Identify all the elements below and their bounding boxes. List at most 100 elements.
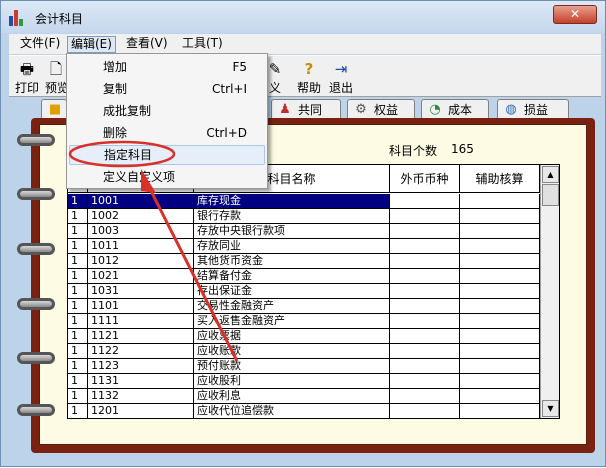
menu-edit[interactable]: 编辑(E) [67,36,116,53]
menu-item-assign-label: 指定科目 [104,148,153,162]
cell-name: 库存现金 [194,194,390,209]
vertical-scrollbar[interactable]: ▲ ▼ [540,165,559,418]
tab-cost-label: 成本 [448,103,473,117]
help-label: 帮助 [296,81,321,95]
help-button[interactable]: ? 帮助 [295,58,323,96]
table-row[interactable]: 1 1002 银行存款 [68,209,540,224]
menu-item-delete-label: 删除 [103,126,128,140]
table-row[interactable]: 1 1012 其他货币资金 [68,254,540,269]
cell-aux [460,299,540,314]
table-row[interactable]: 1 1031 存出保证金 [68,284,540,299]
table-row[interactable]: 1 1131 应收股利 [68,374,540,389]
header-aux[interactable]: 辅助核算 [460,165,540,193]
binder-ring-icon [17,404,55,416]
gear-icon: ⚙ [355,102,367,117]
menu-item-copy[interactable]: 复制 Ctrl+I [69,79,265,99]
menu-item-copy-shortcut: Ctrl+I [212,82,247,96]
cell-currency [390,404,460,418]
menu-item-delete-shortcut: Ctrl+D [206,126,247,140]
preview-icon: 🗋 [49,60,63,78]
menu-tools[interactable]: 工具(T) [179,36,226,53]
cell-aux [460,404,540,418]
exit-button[interactable]: ⇥ 退出 [327,58,355,96]
accounts-grid: 科目名称 外币币种 辅助核算 1 1001 库存现金 1 1002 银行存款 1 1003 存放… [67,164,560,419]
binder-ring-icon [17,298,55,310]
cell-level: 1 [68,194,88,209]
cell-code: 1003 [88,224,194,239]
table-row[interactable]: 1 1122 应收账款 [68,344,540,359]
scroll-up-icon[interactable]: ▲ [542,166,559,183]
menu-item-batch-copy[interactable]: 成批复制 [69,101,265,121]
table-row[interactable]: 1 1021 结算备付金 [68,269,540,284]
cell-currency [390,224,460,239]
define-button[interactable]: ✎ 义 [265,58,285,96]
scroll-down-icon[interactable]: ▼ [542,400,559,417]
cell-level: 1 [68,254,88,269]
menu-item-assign-account[interactable]: 指定科目 [69,145,265,165]
table-row[interactable]: 1 1111 买入返售金融资产 [68,314,540,329]
cell-level: 1 [68,224,88,239]
table-row[interactable]: 1 1121 应收票据 [68,329,540,344]
cell-name: 应收股利 [194,374,390,389]
cell-code: 1002 [88,209,194,224]
cell-currency [390,284,460,299]
print-button[interactable]: 🖶 打印 [14,58,40,96]
table-row[interactable]: 1 1132 应收利息 [68,389,540,404]
menu-item-batch-copy-label: 成批复制 [103,104,152,118]
cell-name: 买入返售金融资产 [194,314,390,329]
menu-item-add-shortcut: F5 [232,60,247,74]
printer-icon: 🖶 [19,60,35,78]
menu-bar: 文件(F) 编辑(E) 查看(V) 工具(T) [9,34,601,54]
cell-name: 银行存款 [194,209,390,224]
cell-level: 1 [68,299,88,314]
cell-currency [390,209,460,224]
preview-button[interactable]: 🗋 预览 [45,58,67,96]
tab-equity-label: 权益 [374,103,399,117]
binder-ring-icon [17,352,55,364]
cell-code: 1012 [88,254,194,269]
cell-level: 1 [68,314,88,329]
header-currency[interactable]: 外币币种 [390,165,460,193]
title-bar: 会计科目 ✕ [1,1,605,33]
menu-item-add[interactable]: 增加 F5 [69,57,265,77]
cell-code: 1011 [88,239,194,254]
table-row[interactable]: 1 1101 交易性金融资产 [68,299,540,314]
cell-currency [390,269,460,284]
cell-code: 1121 [88,329,194,344]
menu-item-custom-label: 定义自定义项 [103,170,176,184]
cell-name: 应收票据 [194,329,390,344]
cell-name: 应收账款 [194,344,390,359]
cell-level: 1 [68,404,88,418]
table-row[interactable]: 1 1003 存放中央银行款项 [68,224,540,239]
scroll-thumb[interactable] [542,184,559,206]
tab-pnl-label: 损益 [524,103,549,117]
question-icon: ? [304,60,314,78]
cell-level: 1 [68,344,88,359]
cell-code: 1201 [88,404,194,418]
cell-level: 1 [68,284,88,299]
cell-level: 1 [68,389,88,404]
menu-item-delete[interactable]: 删除 Ctrl+D [69,123,265,143]
cell-level: 1 [68,239,88,254]
exit-door-icon: ⇥ [334,60,348,78]
color-blocks-icon: ■ [48,102,62,117]
cell-aux [460,314,540,329]
menu-item-custom-fields[interactable]: 定义自定义项 [69,167,265,187]
cell-code: 1122 [88,344,194,359]
bar-chart-app-icon [9,10,27,26]
cell-currency [390,239,460,254]
table-row[interactable]: 1 1123 预付账款 [68,359,540,374]
menu-file[interactable]: 文件(F) [17,36,63,53]
table-row[interactable]: 1 1001 库存现金 [68,194,540,209]
menu-item-add-label: 增加 [103,60,128,74]
menu-view[interactable]: 查看(V) [123,36,171,53]
print-label: 打印 [14,81,39,95]
table-row[interactable]: 1 1201 应收代位追偿款 [68,404,540,418]
table-row[interactable]: 1 1011 存放同业 [68,239,540,254]
cell-currency [390,359,460,374]
menu-item-copy-label: 复制 [103,82,128,96]
cell-name: 应收代位追偿款 [194,404,390,418]
cell-code: 1101 [88,299,194,314]
close-button[interactable]: ✕ [553,5,597,24]
cell-aux [460,374,540,389]
